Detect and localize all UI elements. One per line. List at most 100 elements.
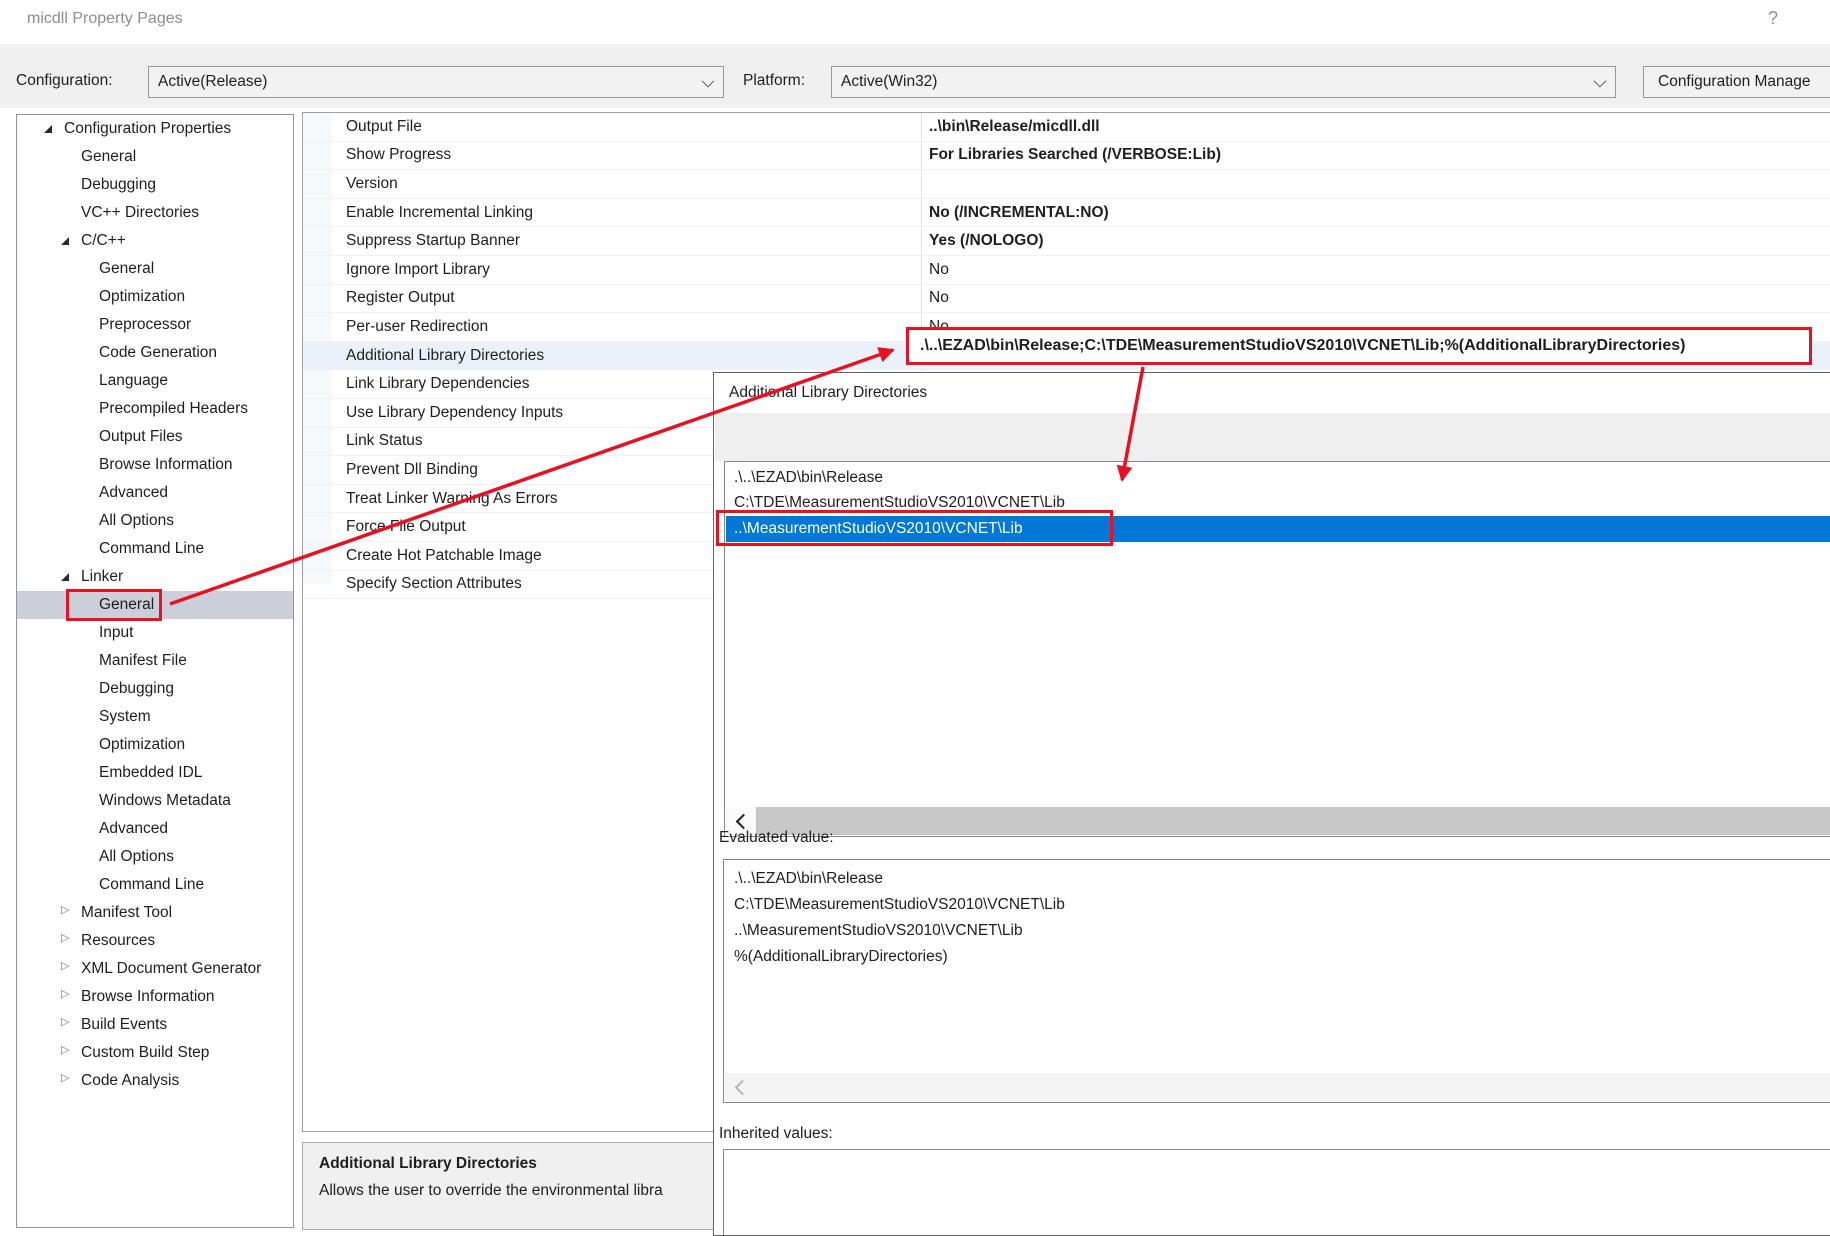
- tree-expanded-icon[interactable]: [61, 237, 69, 245]
- grid-row-suppress-startup-banner[interactable]: Suppress Startup BannerYes (/NOLOGO): [303, 227, 1830, 256]
- tree-item-embedded-idl[interactable]: Embedded IDL: [17, 759, 293, 787]
- tree-collapsed-icon[interactable]: ▷: [61, 931, 69, 944]
- tree-collapsed-icon[interactable]: ▷: [61, 1071, 69, 1084]
- evaluated-horizontal-scrollbar[interactable]: [725, 1073, 1830, 1101]
- tree-item-resources[interactable]: ▷ Resources: [17, 927, 293, 955]
- tree-expanded-icon[interactable]: [44, 125, 52, 133]
- tree-item-label: Optimization: [99, 736, 185, 754]
- tree-item-label: Debugging: [99, 680, 174, 698]
- property-name: Register Output: [303, 285, 921, 313]
- tree-item-windows-metadata[interactable]: Windows Metadata: [17, 787, 293, 815]
- tree-item-label: C/C++: [81, 232, 126, 250]
- grid-row-output-file[interactable]: Output File..\bin\Release/micdll.dll: [303, 113, 1830, 142]
- tree-item-xml-document-generator[interactable]: ▷ XML Document Generator: [17, 955, 293, 983]
- tree-item-code-generation[interactable]: Code Generation: [17, 339, 293, 367]
- grid-row-show-progress[interactable]: Show ProgressFor Libraries Searched (/VE…: [303, 142, 1830, 171]
- configuration-manager-button[interactable]: Configuration Manage: [1643, 66, 1830, 98]
- additional-library-directories-value[interactable]: .\..\EZAD\bin\Release;C:\TDE\Measurement…: [906, 327, 1812, 365]
- grid-row-register-output[interactable]: Register OutputNo: [303, 285, 1830, 314]
- property-name: Version: [303, 170, 921, 198]
- property-name: Enable Incremental Linking: [303, 199, 921, 227]
- tree-item-browse-information[interactable]: Browse Information: [17, 451, 293, 479]
- tree-item-linker[interactable]: Linker: [17, 563, 293, 591]
- tree-item-label: Input: [99, 624, 133, 642]
- tree-item-manifest-tool[interactable]: ▷ Manifest Tool: [17, 899, 293, 927]
- property-value[interactable]: No (/INCREMENTAL:NO): [921, 199, 1830, 227]
- tree-item-all-options[interactable]: All Options: [17, 843, 293, 871]
- popup-title: Additional Library Directories: [729, 384, 927, 402]
- tree-collapsed-icon[interactable]: ▷: [61, 1043, 69, 1056]
- grid-row-ignore-import-library[interactable]: Ignore Import LibraryNo: [303, 256, 1830, 285]
- configuration-combobox[interactable]: Active(Release): [148, 66, 724, 98]
- property-value[interactable]: Yes (/NOLOGO): [921, 227, 1830, 255]
- tree-item-system[interactable]: System: [17, 703, 293, 731]
- platform-label: Platform:: [743, 72, 805, 90]
- property-value[interactable]: No: [921, 256, 1830, 284]
- tree-item-manifest-file[interactable]: Manifest File: [17, 647, 293, 675]
- tree-item-label: Output Files: [99, 428, 183, 446]
- property-pages-dialog: micdll Property Pages ? Configuration: A…: [0, 0, 1830, 1236]
- tree-item-output-files[interactable]: Output Files: [17, 423, 293, 451]
- directory-list-item[interactable]: .\..\EZAD\bin\Release: [726, 465, 1830, 491]
- tree-item-label: Manifest Tool: [81, 904, 172, 922]
- tree-item-advanced[interactable]: Advanced: [17, 815, 293, 843]
- tree-item-command-line[interactable]: Command Line: [17, 535, 293, 563]
- property-value[interactable]: For Libraries Searched (/VERBOSE:Lib): [921, 142, 1830, 170]
- tree-item-general[interactable]: General: [17, 255, 293, 283]
- platform-combobox[interactable]: Active(Win32): [831, 66, 1616, 98]
- tree-collapsed-icon[interactable]: ▷: [61, 903, 69, 916]
- tree-item-label: Precompiled Headers: [99, 400, 248, 418]
- property-value[interactable]: ..\bin\Release/micdll.dll: [921, 113, 1830, 141]
- annotation-box-tree-general: [66, 589, 162, 621]
- tree-item-language[interactable]: Language: [17, 367, 293, 395]
- property-name: Output File: [303, 113, 921, 141]
- tree-item-precompiled-headers[interactable]: Precompiled Headers: [17, 395, 293, 423]
- tree-item-input[interactable]: Input: [17, 619, 293, 647]
- tree-item-vc-directories[interactable]: VC++ Directories: [17, 199, 293, 227]
- help-icon[interactable]: ?: [1768, 8, 1778, 29]
- tree-collapsed-icon[interactable]: ▷: [61, 959, 69, 972]
- grid-row-version[interactable]: Version: [303, 170, 1830, 199]
- tree-item-label: Embedded IDL: [99, 764, 202, 782]
- property-value[interactable]: No: [921, 285, 1830, 313]
- tree-item-debugging[interactable]: Debugging: [17, 171, 293, 199]
- tree-item-label: Preprocessor: [99, 316, 191, 334]
- property-value[interactable]: [921, 170, 1830, 198]
- tree-item-label: Advanced: [99, 820, 168, 838]
- tree-item-label: Resources: [81, 932, 155, 950]
- tree-item-advanced[interactable]: Advanced: [17, 479, 293, 507]
- tree-item-preprocessor[interactable]: Preprocessor: [17, 311, 293, 339]
- tree-item-label: Custom Build Step: [81, 1044, 209, 1062]
- scrollbar-thumb[interactable]: [756, 807, 1830, 835]
- tree-item-all-options[interactable]: All Options: [17, 507, 293, 535]
- window-title: micdll Property Pages: [27, 10, 183, 28]
- grid-row-enable-incremental-linking[interactable]: Enable Incremental LinkingNo (/INCREMENT…: [303, 199, 1830, 228]
- tree-item-build-events[interactable]: ▷Build Events: [17, 1011, 293, 1039]
- tree-item-label: Optimization: [99, 288, 185, 306]
- additional-library-directories-dialog: Additional Library Directories .\..\EZAD…: [713, 372, 1830, 1236]
- property-name: Show Progress: [303, 142, 921, 170]
- tree-expanded-icon[interactable]: [61, 573, 69, 581]
- annotation-box-list-item: [716, 510, 1113, 546]
- tree-item-c-c[interactable]: C/C++: [17, 227, 293, 255]
- tree-item-debugging[interactable]: Debugging: [17, 675, 293, 703]
- tree-item-label: Language: [99, 372, 168, 390]
- tree-collapsed-icon[interactable]: ▷: [61, 987, 69, 1000]
- inherited-values-box[interactable]: [723, 1149, 1830, 1236]
- tree-collapsed-icon[interactable]: ▷: [61, 1015, 69, 1028]
- tree-item-code-analysis[interactable]: ▷Code Analysis: [17, 1067, 293, 1095]
- tree-item-custom-build-step[interactable]: ▷ Custom Build Step: [17, 1039, 293, 1067]
- tree-item-optimization[interactable]: Optimization: [17, 283, 293, 311]
- configuration-tree: Configuration PropertiesGeneralDebugging…: [16, 114, 294, 1228]
- scroll-left-arrow-icon[interactable]: [725, 1073, 755, 1101]
- tree-item-command-line[interactable]: Command Line: [17, 871, 293, 899]
- tree-item-general[interactable]: General: [17, 143, 293, 171]
- chevron-down-icon: [1594, 75, 1607, 88]
- tree-item-configuration-properties[interactable]: Configuration Properties: [17, 115, 293, 143]
- property-name: Additional Library Directories: [303, 342, 921, 370]
- inherited-values-label: Inherited values:: [719, 1125, 833, 1143]
- tree-item-browse-information[interactable]: ▷Browse Information: [17, 983, 293, 1011]
- tree-item-optimization[interactable]: Optimization: [17, 731, 293, 759]
- list-horizontal-scrollbar[interactable]: [726, 807, 1830, 835]
- tree-item-label: XML Document Generator: [81, 960, 261, 978]
